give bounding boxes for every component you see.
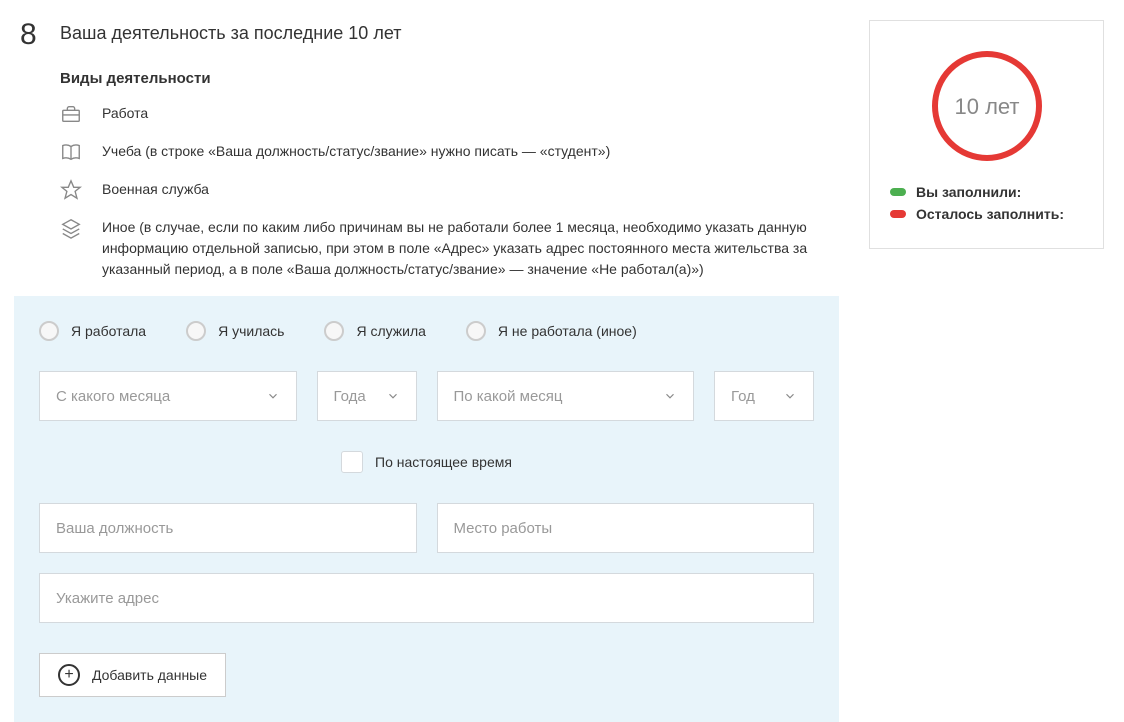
present-checkbox-label: По настоящее время [375,454,512,470]
radio-icon [324,321,344,341]
position-input[interactable]: Ваша должность [39,503,417,553]
layers-icon [60,217,82,239]
chevron-down-icon [386,389,400,403]
activity-types-list: Работа Учеба (в строке «Ваша должность/с… [60,103,839,280]
chevron-down-icon [266,389,280,403]
to-month-placeholder: По какой месяц [454,388,563,405]
section-title: Ваша деятельность за последние 10 лет [60,20,401,44]
add-button-label: Добавить данные [92,667,207,683]
address-placeholder: Укажите адрес [56,590,159,607]
section-number: 8 [20,20,40,50]
present-checkbox[interactable] [341,451,363,473]
from-year-placeholder: Года [334,388,366,405]
workplace-placeholder: Место работы [454,520,553,537]
radio-notworked[interactable]: Я не работала (иное) [466,321,637,341]
from-year-select[interactable]: Года [317,371,417,421]
activity-military-label: Военная служба [102,179,839,200]
radio-served-label: Я служила [356,323,425,339]
radio-studied[interactable]: Я училась [186,321,284,341]
from-month-placeholder: С какого месяца [56,388,170,405]
radio-worked-label: Я работала [71,323,146,339]
workplace-input[interactable]: Место работы [437,503,815,553]
to-month-select[interactable]: По какой месяц [437,371,695,421]
radio-served[interactable]: Я служила [324,321,425,341]
activity-form-panel: Я работала Я училась Я служила Я не рабо… [14,296,839,722]
position-placeholder: Ваша должность [56,520,173,537]
legend-remaining-label: Осталось заполнить: [916,206,1064,222]
to-year-select[interactable]: Год [714,371,814,421]
book-icon [60,141,82,163]
activity-study-label: Учеба (в строке «Ваша должность/статус/з… [102,141,839,162]
activity-work-label: Работа [102,103,839,124]
radio-icon [466,321,486,341]
activity-other-label: Иное (в случае, если по каким либо причи… [102,217,839,280]
progress-circle: 10 лет [890,46,1083,166]
address-input[interactable]: Укажите адрес [39,573,814,623]
from-month-select[interactable]: С какого месяца [39,371,297,421]
progress-circle-label: 10 лет [954,94,1019,119]
activities-heading: Виды деятельности [60,70,839,87]
briefcase-icon [60,103,82,125]
legend-filled-label: Вы заполнили: [916,184,1021,200]
chevron-down-icon [663,389,677,403]
radio-notworked-label: Я не работала (иное) [498,323,637,339]
legend-swatch-green [890,188,906,196]
to-year-placeholder: Год [731,388,755,405]
radio-studied-label: Я училась [218,323,284,339]
plus-icon: + [58,664,80,686]
radio-icon [39,321,59,341]
star-icon [60,179,82,201]
progress-sidebar: 10 лет Вы заполнили: Осталось заполнить: [869,20,1104,249]
radio-worked[interactable]: Я работала [39,321,146,341]
chevron-down-icon [783,389,797,403]
legend-swatch-red [890,210,906,218]
radio-icon [186,321,206,341]
add-data-button[interactable]: + Добавить данные [39,653,226,697]
